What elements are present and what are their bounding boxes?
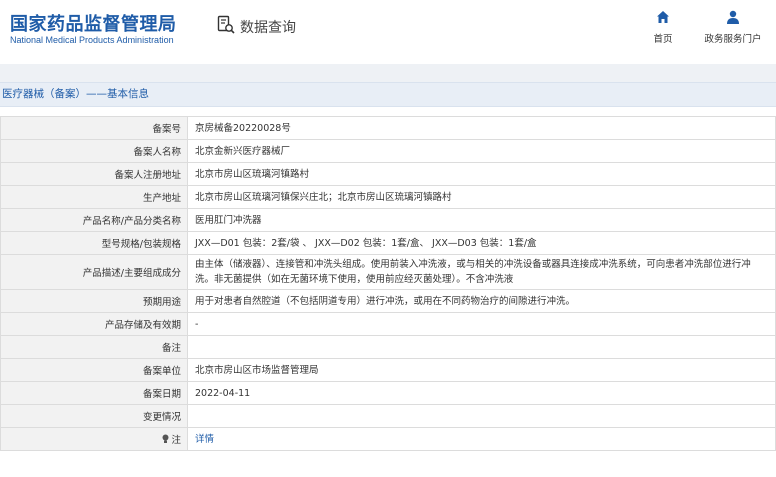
- table-row: 生产地址 北京市房山区琉璃河镇保兴庄北；北京市房山区琉璃河镇路村: [0, 185, 776, 209]
- field-value: 详情: [187, 427, 776, 451]
- table-row: 备注: [0, 335, 776, 359]
- field-value: 由主体（储液器）、连接管和冲洗头组成。使用前装入冲洗液，或与相关的冲洗设备或器具…: [187, 254, 776, 290]
- field-label: 型号规格/包装规格: [0, 231, 188, 255]
- field-value: 医用肛门冲洗器: [187, 208, 776, 232]
- table-row: 备案人注册地址 北京市房山区琉璃河镇路村: [0, 162, 776, 186]
- data-query-link[interactable]: 数据查询: [217, 15, 296, 38]
- header-divider: [0, 64, 776, 82]
- logo-subtitle: National Medical Products Administration: [10, 35, 174, 45]
- field-label: 注: [171, 434, 181, 446]
- note-label-cell: 注: [0, 427, 188, 451]
- details-link[interactable]: 详情: [195, 434, 214, 445]
- field-label: 备案单位: [0, 358, 188, 382]
- nav-home-label: 首页: [653, 34, 673, 45]
- field-label: 产品存储及有效期: [0, 312, 188, 336]
- field-label: 备注: [0, 335, 188, 359]
- field-label: 变更情况: [0, 404, 188, 428]
- nav-gov-service[interactable]: 政务服务门户: [700, 10, 766, 45]
- table-row: 产品描述/主要组成成分 由主体（储液器）、连接管和冲洗头组成。使用前装入冲洗液，…: [0, 254, 776, 290]
- data-query-label: 数据查询: [240, 19, 296, 36]
- field-label: 预期用途: [0, 289, 188, 313]
- field-value: -: [187, 312, 776, 336]
- field-value: 北京金新兴医疗器械厂: [187, 139, 776, 163]
- table-row: 变更情况: [0, 404, 776, 428]
- field-label: 备案人名称: [0, 139, 188, 163]
- table-row: 备案人名称 北京金新兴医疗器械厂: [0, 139, 776, 163]
- logo-title[interactable]: 国家药品监督管理局: [10, 10, 177, 36]
- search-document-icon: [217, 15, 235, 38]
- nav-home[interactable]: 首页: [648, 10, 678, 45]
- site-header: 国家药品监督管理局 National Medical Products Admi…: [0, 0, 776, 64]
- home-icon: [648, 10, 678, 27]
- field-value: JXX—D01 包装：2套/袋 、 JXX—D02 包装：1套/盒、 JXX—D…: [187, 231, 776, 255]
- field-label: 备案人注册地址: [0, 162, 188, 186]
- field-label: 生产地址: [0, 185, 188, 209]
- user-icon: [700, 10, 766, 27]
- detail-table: 备案号 京房械备20220028号 备案人名称 北京金新兴医疗器械厂 备案人注册…: [0, 116, 776, 451]
- field-label: 备案号: [0, 116, 188, 140]
- table-row: 备案号 京房械备20220028号: [0, 116, 776, 140]
- field-label: 产品名称/产品分类名称: [0, 208, 188, 232]
- field-value: 2022-04-11: [187, 381, 776, 405]
- field-label: 备案日期: [0, 381, 188, 405]
- field-value: 北京市房山区市场监督管理局: [187, 358, 776, 382]
- field-value: [187, 404, 776, 428]
- table-row: 备案日期 2022-04-11: [0, 381, 776, 405]
- table-row: 注 详情: [0, 427, 776, 451]
- field-value: 北京市房山区琉璃河镇保兴庄北；北京市房山区琉璃河镇路村: [187, 185, 776, 209]
- table-row: 备案单位 北京市房山区市场监督管理局: [0, 358, 776, 382]
- field-label: 产品描述/主要组成成分: [0, 254, 188, 290]
- table-row: 产品名称/产品分类名称 医用肛门冲洗器: [0, 208, 776, 232]
- nav-gov-service-label: 政务服务门户: [704, 34, 762, 45]
- table-row: 型号规格/包装规格 JXX—D01 包装：2套/袋 、 JXX—D02 包装：1…: [0, 231, 776, 255]
- lightbulb-icon: [162, 434, 169, 447]
- field-value: 京房械备20220028号: [187, 116, 776, 140]
- field-value: 用于对患者自然腔道（不包括阴道专用）进行冲洗，或用在不同药物治疗的间隙进行冲洗。: [187, 289, 776, 313]
- table-row: 预期用途 用于对患者自然腔道（不包括阴道专用）进行冲洗，或用在不同药物治疗的间隙…: [0, 289, 776, 313]
- field-value: [187, 335, 776, 359]
- field-value: 北京市房山区琉璃河镇路村: [187, 162, 776, 186]
- table-row: 产品存储及有效期 -: [0, 312, 776, 336]
- breadcrumb: 医疗器械（备案）——基本信息: [0, 82, 776, 107]
